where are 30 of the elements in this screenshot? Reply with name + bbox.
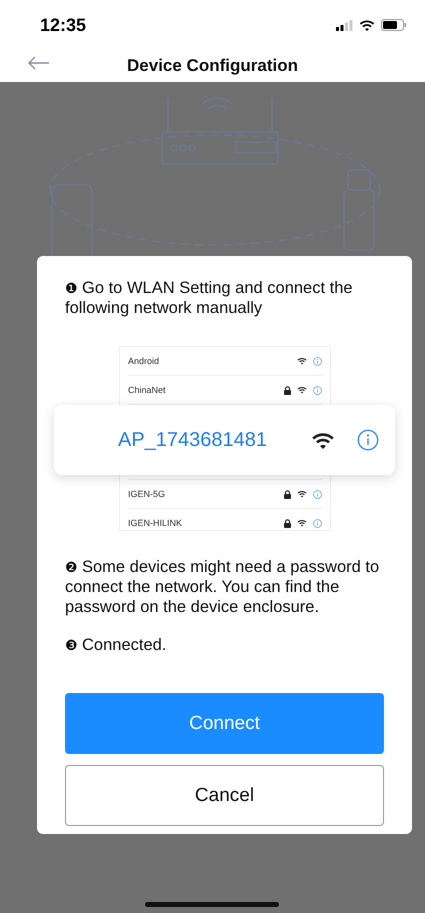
network-name: Android (128, 356, 160, 366)
wifi-icon (311, 431, 335, 449)
lock-icon (284, 518, 291, 528)
network-name: AP_1743681481 (118, 428, 268, 452)
network-card[interactable]: AP_1743681481 (54, 405, 395, 475)
battery-icon (381, 19, 407, 31)
instruction-text: ❸ Connected. (65, 635, 168, 655)
info-icon[interactable] (313, 518, 322, 528)
network-name: IGEN-HILINK (128, 518, 184, 528)
lock-icon (284, 386, 291, 394)
page-title: Device Configuration (127, 56, 298, 76)
network-name: IGEN-5G (128, 489, 166, 499)
status-time: 12:35 (40, 14, 86, 36)
wifi-icon (297, 519, 307, 527)
back-arrow-icon[interactable] (28, 56, 50, 70)
wifi-icon (297, 490, 307, 498)
instruction-text: ❷ Some devices might need a password to connect the network. You can find the password on the device enclosure. (65, 557, 380, 617)
info-icon[interactable] (357, 429, 379, 451)
lock-icon (284, 490, 291, 498)
connect-button[interactable]: Connect (65, 693, 384, 754)
wifi-status-icon (359, 19, 375, 31)
info-icon[interactable] (313, 490, 322, 498)
info-icon[interactable] (313, 386, 322, 394)
cancel-button[interactable]: Cancel (65, 765, 384, 826)
network-name: ChinaNet (128, 385, 167, 395)
instruction-text: ❶ Go to WLAN Setting and connect the following network manually (65, 278, 354, 318)
wifi-icon (297, 386, 307, 394)
signal-icon (336, 20, 353, 30)
info-icon[interactable] (313, 356, 322, 366)
wifi-icon (297, 357, 307, 365)
